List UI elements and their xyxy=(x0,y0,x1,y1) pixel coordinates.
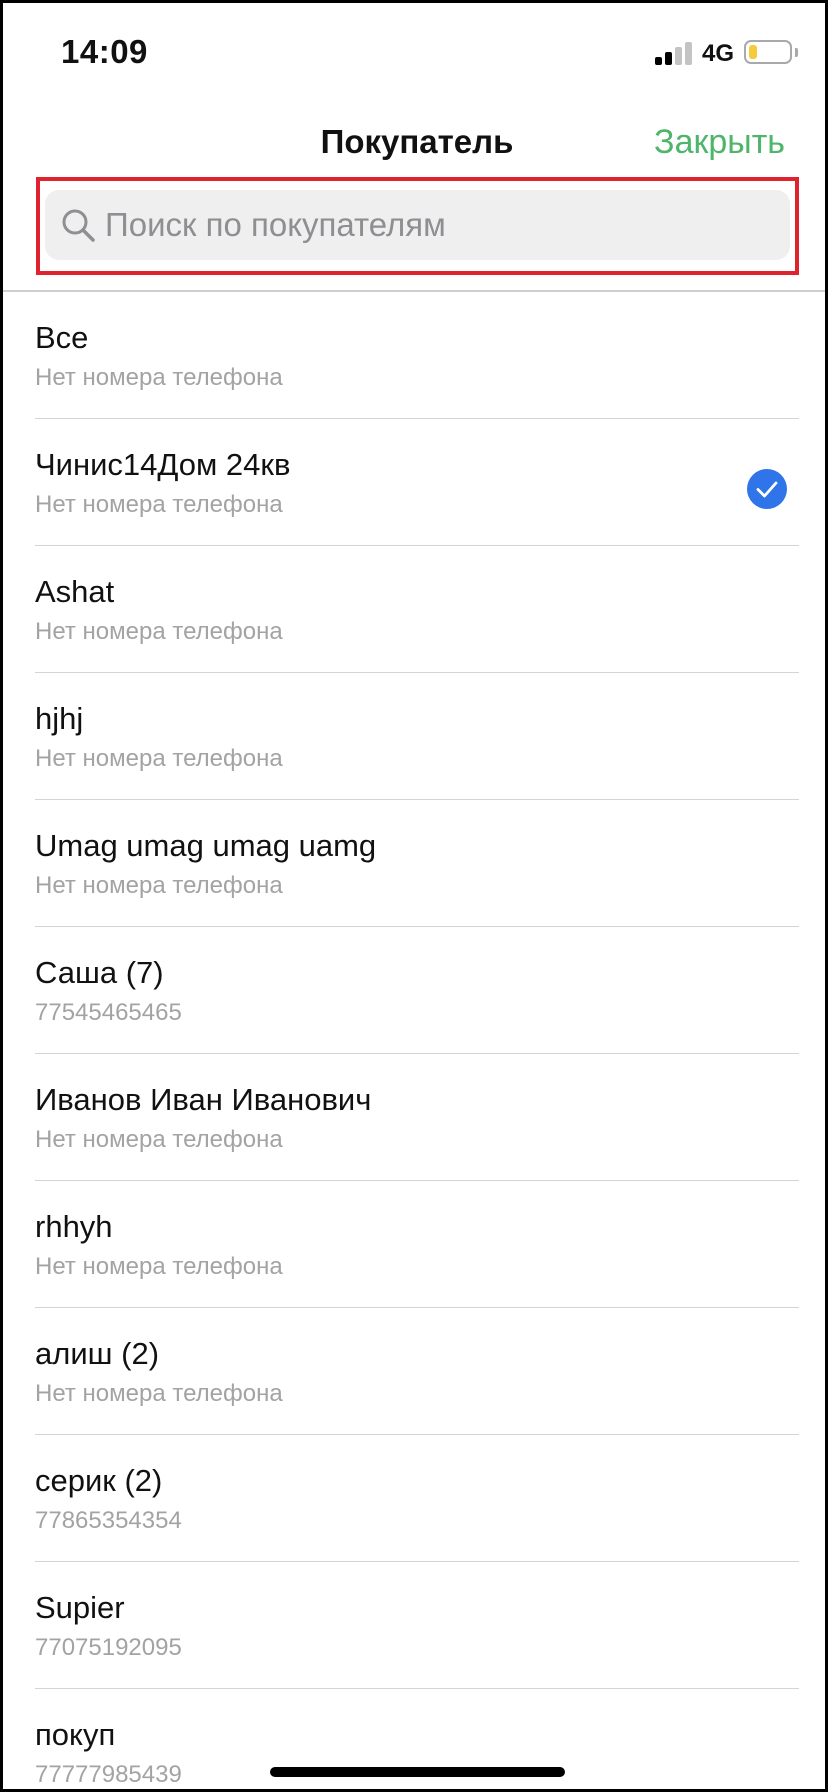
cellular-signal-icon xyxy=(655,41,693,65)
customer-row[interactable]: серик (2) 77865354354 xyxy=(3,1435,825,1562)
network-type: 4G xyxy=(702,40,735,67)
battery-level xyxy=(749,45,757,59)
customer-row[interactable]: hjhj Нет номера телефона xyxy=(3,673,825,800)
customer-name: покуп xyxy=(35,1717,116,1752)
status-time: 14:09 xyxy=(61,33,148,70)
customer-name: серик (2) xyxy=(35,1463,163,1498)
customer-row[interactable]: Иванов Иван Иванович Нет номера телефона xyxy=(3,1054,825,1181)
battery-tip-icon xyxy=(795,48,798,57)
search-input[interactable] xyxy=(105,190,775,260)
customer-name: Ashat xyxy=(35,574,115,609)
customer-name: Umag umag umag uamg xyxy=(35,828,377,863)
customer-row[interactable]: алиш (2) Нет номера телефона xyxy=(3,1308,825,1435)
customer-phone: 77777985439 xyxy=(35,1761,182,1788)
battery-icon xyxy=(744,40,792,64)
customer-row[interactable]: Все Нет номера телефона xyxy=(3,292,825,419)
signal-bar xyxy=(665,52,672,65)
customer-phone: Нет номера телефона xyxy=(35,745,283,772)
customer-list: Все Нет номера телефона Чинис14Дом 24кв Нет… xyxy=(3,292,825,1789)
customer-row[interactable]: Ashat Нет номера телефона xyxy=(3,546,825,673)
customer-name: rhhyh xyxy=(35,1209,113,1244)
customer-phone: Нет номера телефона xyxy=(35,618,283,645)
customer-name: Саша (7) xyxy=(35,955,164,990)
close-button[interactable]: Закрыть xyxy=(654,123,785,162)
screen-frame: 14:09 4G Покупатель Закрыть ВсеНет номер… xyxy=(0,0,828,1792)
customer-name: алиш (2) xyxy=(35,1336,160,1371)
customer-name: Иванов Иван Иванович xyxy=(35,1082,372,1117)
customer-row[interactable]: rhhyh Нет номера телефона xyxy=(3,1181,825,1308)
customer-phone: 77865354354 xyxy=(35,1507,182,1534)
search-field[interactable] xyxy=(45,190,790,260)
customer-name: hjhj xyxy=(35,701,84,736)
customer-row[interactable]: Саша (7) 77545465465 xyxy=(3,927,825,1054)
customer-name: Все xyxy=(35,320,89,355)
customer-name: Supier xyxy=(35,1590,125,1625)
signal-bar xyxy=(655,57,662,65)
status-bar: 14:09 4G xyxy=(3,3,825,99)
customer-phone: Нет номера телефона xyxy=(35,364,283,391)
customer-name: Чинис14Дом 24кв xyxy=(35,447,291,482)
signal-bar xyxy=(685,42,692,65)
search-icon xyxy=(62,209,95,242)
customer-phone: Нет номера телефона xyxy=(35,1126,283,1153)
customer-phone: Нет номера телефона xyxy=(35,491,283,518)
customer-row[interactable]: Чинис14Дом 24кв Нет номера телефона xyxy=(3,419,825,546)
customer-phone: Нет номера телефона xyxy=(35,1253,283,1280)
customer-row[interactable]: Umag umag umag uamg Нет номера телефона xyxy=(3,800,825,927)
customer-phone: 77075192095 xyxy=(35,1634,182,1661)
signal-bar xyxy=(675,47,682,65)
customer-phone: Нет номера телефона xyxy=(35,872,283,899)
selected-check-icon xyxy=(747,469,787,509)
customer-row[interactable]: Supier 77075192095 xyxy=(3,1562,825,1689)
home-indicator[interactable] xyxy=(270,1767,565,1777)
customer-phone: Нет номера телефона xyxy=(35,1380,283,1407)
customer-phone: 77545465465 xyxy=(35,999,182,1026)
